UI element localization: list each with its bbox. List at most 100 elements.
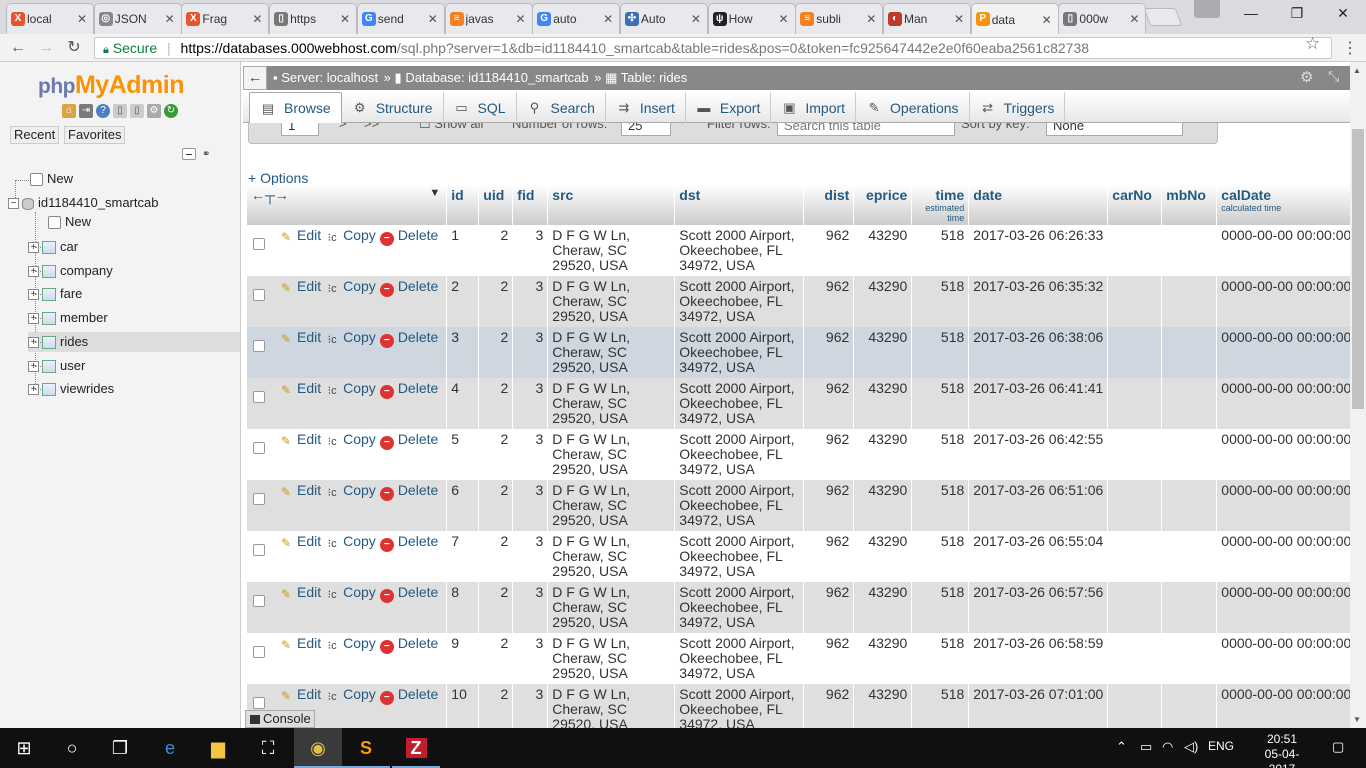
cell-fid[interactable]: 3 <box>512 327 549 378</box>
volume-icon[interactable]: ◁) <box>1184 739 1198 755</box>
tab-export[interactable]: ▬ Export <box>686 92 772 123</box>
column-header-mbno[interactable]: mbNo <box>1161 185 1218 225</box>
sort-select[interactable]: None <box>1046 123 1183 136</box>
link-with-main-icon[interactable]: ⚭ <box>202 149 210 160</box>
cell-time[interactable]: 518 <box>911 378 970 429</box>
cell-eprice[interactable]: 43290 <box>853 225 913 276</box>
cell-fid[interactable]: 3 <box>512 276 549 327</box>
tree-table-car[interactable]: + car <box>28 237 240 257</box>
cell-date[interactable]: 2017-03-26 06:35:32 <box>968 276 1109 327</box>
browser-tab[interactable]: Gauto ✕ <box>532 3 621 34</box>
browser-tab[interactable]: ▯ 000w ✕ <box>1058 3 1147 34</box>
copy-button[interactable]: ⁝c Copy <box>325 431 376 449</box>
cell-uid[interactable]: 2 <box>478 633 514 684</box>
cell-caldate[interactable]: 0000-00-00 00:00:00 <box>1216 633 1357 684</box>
delete-button[interactable]: − Delete <box>379 227 438 246</box>
cell-eprice[interactable]: 43290 <box>853 480 913 531</box>
tree-table-company[interactable]: + company <box>28 261 240 281</box>
cell-dst[interactable]: Scott 2000 Airport, Okeechobee, FL 34972… <box>674 378 805 429</box>
cell-time[interactable]: 518 <box>911 531 970 582</box>
tray-chevron-icon[interactable]: ⌃ <box>1116 739 1127 755</box>
delete-button[interactable]: − Delete <box>379 380 438 399</box>
browser-tab[interactable]: Gsend ✕ <box>356 3 445 34</box>
notifications-icon[interactable]: ▢ <box>1332 739 1344 755</box>
edit-button[interactable]: ✎ Edit <box>279 329 321 347</box>
battery-icon[interactable]: ▭ <box>1140 739 1152 755</box>
cell-time[interactable]: 518 <box>911 480 970 531</box>
row-checkbox[interactable] <box>253 442 265 454</box>
close-tab-icon[interactable]: ✕ <box>515 12 525 26</box>
browser-tab[interactable]: ≡ subli ✕ <box>795 3 884 34</box>
cell-mbno[interactable] <box>1161 429 1218 480</box>
row-checkbox[interactable] <box>253 238 265 250</box>
page-select[interactable]: 1 <box>281 123 319 136</box>
reload-nav-icon[interactable]: ↻ <box>164 104 178 118</box>
cell-time[interactable]: 518 <box>911 276 970 327</box>
cell-time[interactable]: 518 <box>911 429 970 480</box>
breadcrumb-server[interactable]: Server: localhost <box>281 70 378 85</box>
tab-triggers[interactable]: ⇄ Triggers <box>970 92 1066 123</box>
column-header-carno[interactable]: carNo <box>1107 185 1163 225</box>
cell-eprice[interactable]: 43290 <box>853 429 913 480</box>
cell-fid[interactable]: 3 <box>512 633 549 684</box>
browser-tab[interactable]: ◎ JSON ✕ <box>93 3 182 34</box>
row-checkbox[interactable] <box>253 697 265 709</box>
tab-browse[interactable]: ▤ Browse <box>249 92 342 123</box>
cell-date[interactable]: 2017-03-26 06:42:55 <box>968 429 1109 480</box>
copy-button[interactable]: ⁝c Copy <box>325 380 376 398</box>
close-tab-icon[interactable]: ✕ <box>1042 13 1052 27</box>
copy-button[interactable]: ⁝c Copy <box>325 635 376 653</box>
cell-dst[interactable]: Scott 2000 Airport, Okeechobee, FL 34972… <box>674 225 805 276</box>
row-checkbox[interactable] <box>253 340 265 352</box>
cell-dst[interactable]: Scott 2000 Airport, Okeechobee, FL 34972… <box>674 327 805 378</box>
cell-uid[interactable]: 2 <box>478 480 514 531</box>
task-view-icon[interactable]: ❐ <box>96 728 144 768</box>
cell-id[interactable]: 5 <box>446 429 480 480</box>
cell-id[interactable]: 9 <box>446 633 480 684</box>
cell-mbno[interactable] <box>1161 378 1218 429</box>
cell-caldate[interactable]: 0000-00-00 00:00:00 <box>1216 276 1357 327</box>
cell-caldate[interactable]: 0000-00-00 00:00:00 <box>1216 480 1357 531</box>
table-row[interactable]: ✎ Edit ⁝c Copy − Delete 7 2 3 D F G W Ln, Cheraw,… <box>247 531 1357 582</box>
column-header-eprice[interactable]: eprice <box>853 185 913 225</box>
cell-caldate[interactable]: 0000-00-00 00:00:00 <box>1216 582 1357 633</box>
close-tab-icon[interactable]: ✕ <box>428 12 438 26</box>
cell-dist[interactable]: 962 <box>803 429 855 480</box>
row-checkbox[interactable] <box>253 493 265 505</box>
browser-tab[interactable]: ◐ Man ✕ <box>883 3 971 34</box>
column-header-date[interactable]: date <box>968 185 1109 225</box>
maximize-icon[interactable]: ❐ <box>1274 0 1320 28</box>
cell-dist[interactable]: 962 <box>803 582 855 633</box>
table-row[interactable]: ✎ Edit ⁝c Copy − Delete 6 2 3 D F G W Ln, Cheraw,… <box>247 480 1357 531</box>
copy-button[interactable]: ⁝c Copy <box>325 329 376 347</box>
rows-select[interactable]: 25 <box>621 123 671 136</box>
cell-uid[interactable]: 2 <box>478 225 514 276</box>
cell-fid[interactable]: 3 <box>512 225 549 276</box>
delete-button[interactable]: − Delete <box>379 431 438 450</box>
cell-time[interactable]: 518 <box>911 327 970 378</box>
last-page-icon[interactable]: >> <box>364 123 379 131</box>
cell-carno[interactable] <box>1107 633 1163 684</box>
cell-eprice[interactable]: 43290 <box>853 582 913 633</box>
table-row[interactable]: ✎ Edit ⁝c Copy − Delete 4 2 3 D F G W Ln, Cheraw,… <box>247 378 1357 429</box>
copy-docs-icon[interactable]: ▯ <box>130 104 144 118</box>
table-row[interactable]: ✎ Edit ⁝c Copy − Delete 1 2 3 D F G W Ln, Cheraw,… <box>247 225 1357 276</box>
column-header-fid[interactable]: fid <box>512 185 549 225</box>
edit-button[interactable]: ✎ Edit <box>279 278 321 296</box>
column-header-id[interactable]: id <box>446 185 480 225</box>
minimize-icon[interactable]: — <box>1228 0 1274 28</box>
filezilla-icon[interactable]: Z <box>392 728 440 768</box>
sort-dropdown-icon[interactable]: ▼ <box>429 187 440 199</box>
cell-eprice[interactable]: 43290 <box>853 633 913 684</box>
collapse-all-icon[interactable] <box>182 148 196 160</box>
cell-dst[interactable]: Scott 2000 Airport, Okeechobee, FL 34972… <box>674 429 805 480</box>
column-header-src[interactable]: src <box>547 185 676 225</box>
cell-src[interactable]: D F G W Ln, Cheraw, SC 29520, USA <box>547 276 676 327</box>
cell-src[interactable]: D F G W Ln, Cheraw, SC 29520, USA <box>547 531 676 582</box>
close-tab-icon[interactable]: ✕ <box>340 12 350 26</box>
close-window-icon[interactable]: ✕ <box>1320 0 1366 28</box>
cell-carno[interactable] <box>1107 378 1163 429</box>
close-tab-icon[interactable]: ✕ <box>165 12 175 26</box>
tree-table-fare[interactable]: + fare <box>28 284 240 304</box>
file-explorer-icon[interactable]: ▆ <box>194 728 242 768</box>
